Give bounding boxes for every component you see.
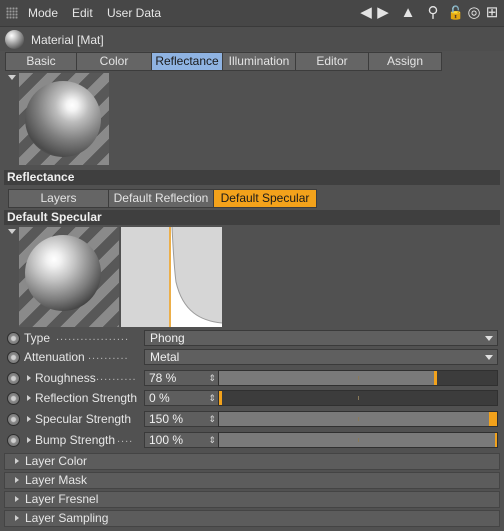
type-animate-radio[interactable] — [7, 332, 20, 345]
tab-basic[interactable]: Basic — [5, 52, 77, 71]
roughness-animate-radio[interactable] — [7, 372, 20, 385]
menu-user-data[interactable]: User Data — [107, 6, 161, 20]
cursor-icon[interactable]: ▲ — [398, 3, 418, 23]
reflection-strength-slider-handle[interactable] — [219, 391, 222, 405]
search-icon[interactable]: ⚲ — [423, 3, 443, 23]
group-label: Layer Sampling — [25, 511, 109, 525]
type-leader-dots: .................. — [56, 331, 130, 343]
attenuation-label: Attenuation — [24, 350, 85, 364]
specular-collapse-icon[interactable] — [8, 229, 16, 234]
reflection-strength-expand-icon[interactable] — [27, 395, 31, 401]
tab-default-reflection[interactable]: Default Reflection — [108, 189, 214, 208]
roughness-slider-handle[interactable] — [433, 371, 437, 385]
reflection-strength-slider-midmark — [358, 396, 359, 400]
roughness-value: 78 % — [149, 371, 177, 385]
tab-assign[interactable]: Assign — [368, 52, 442, 71]
chevron-down-icon — [485, 336, 493, 341]
specular-curve-graph — [121, 227, 222, 327]
bump-strength-leader-dots: .... — [117, 433, 134, 445]
specular-strength-label: Specular Strength — [35, 412, 132, 426]
stepper-icon[interactable]: ⇕ — [208, 433, 216, 447]
roughness-slider[interactable] — [218, 370, 498, 386]
expand-icon — [15, 477, 19, 483]
menu-bar: Mode Edit User Data ◀ ▶ ▲ ⚲ 🔓 ◎ ⊞ — [0, 0, 504, 27]
reflection-strength-slider[interactable] — [218, 390, 498, 406]
group-label: Layer Fresnel — [25, 492, 99, 506]
bump-strength-slider-midmark — [358, 438, 359, 442]
group-layer-sampling[interactable]: Layer Sampling — [4, 510, 500, 527]
reflection-strength-value: 0 % — [149, 391, 170, 405]
reflectance-header: Reflectance — [4, 170, 500, 185]
specular-strength-value: 150 % — [149, 412, 184, 426]
bump-strength-label: Bump Strength — [35, 433, 116, 447]
group-layer-mask[interactable]: Layer Mask — [4, 472, 500, 489]
group-layer-color[interactable]: Layer Color — [4, 453, 500, 470]
roughness-leader-dots: .......... — [96, 371, 137, 383]
roughness-input[interactable]: 78 % ⇕ — [144, 370, 220, 386]
expand-icon — [15, 515, 19, 521]
default-specular-header: Default Specular — [4, 210, 500, 225]
add-icon[interactable]: ⊞ — [482, 3, 502, 23]
reflection-strength-animate-radio[interactable] — [7, 392, 20, 405]
tab-layers[interactable]: Layers — [8, 189, 109, 208]
tab-color[interactable]: Color — [76, 52, 152, 71]
group-layer-fresnel[interactable]: Layer Fresnel — [4, 491, 500, 508]
attenuation-leader-dots: .......... — [88, 350, 129, 362]
material-icon — [5, 30, 24, 49]
tab-default-specular[interactable]: Default Specular — [213, 189, 317, 208]
target-icon[interactable]: ◎ — [464, 3, 484, 23]
main-tabs: Basic Color Reflectance Illumination Edi… — [5, 52, 442, 71]
stepper-icon[interactable]: ⇕ — [208, 391, 216, 405]
group-label: Layer Color — [25, 454, 88, 468]
specular-strength-expand-icon[interactable] — [27, 416, 31, 422]
material-title: Material [Mat] — [31, 33, 104, 47]
specular-curve-svg — [121, 227, 222, 327]
type-dropdown[interactable]: Phong — [144, 330, 498, 346]
bump-strength-slider[interactable] — [218, 432, 498, 448]
tab-editor[interactable]: Editor — [295, 52, 369, 71]
attenuation-dropdown[interactable]: Metal — [144, 349, 498, 365]
specular-strength-animate-radio[interactable] — [7, 413, 20, 426]
specular-strength-slider-handle[interactable] — [489, 412, 497, 426]
specular-strength-slider[interactable] — [218, 411, 498, 427]
material-header: Material [Mat] — [0, 27, 504, 51]
preview-collapse-icon[interactable] — [8, 75, 16, 80]
menu-mode[interactable]: Mode — [28, 6, 58, 20]
roughness-slider-fill — [219, 371, 436, 385]
bump-strength-expand-icon[interactable] — [27, 437, 31, 443]
bump-strength-input[interactable]: 100 % ⇕ — [144, 432, 220, 448]
layer-tabs: Layers Default Reflection Default Specul… — [8, 189, 317, 208]
chevron-down-icon — [485, 355, 493, 360]
expand-icon — [15, 496, 19, 502]
specular-sphere-preview — [25, 235, 101, 311]
arrow-right-icon[interactable]: ▶ — [373, 3, 393, 23]
specular-preview[interactable] — [19, 227, 119, 327]
group-label: Layer Mask — [25, 473, 88, 487]
type-label: Type — [24, 331, 51, 345]
lock-icon[interactable]: 🔓 — [446, 3, 466, 23]
bump-strength-value: 100 % — [149, 433, 184, 447]
attenuation-animate-radio[interactable] — [7, 351, 20, 364]
metal-sphere-preview — [25, 81, 101, 157]
bump-strength-animate-radio[interactable] — [7, 434, 20, 447]
menu-edit[interactable]: Edit — [72, 6, 93, 20]
roughness-expand-icon[interactable] — [27, 375, 31, 381]
tab-reflectance[interactable]: Reflectance — [151, 52, 223, 71]
roughness-label: Roughness — [35, 371, 96, 385]
stepper-icon[interactable]: ⇕ — [208, 371, 216, 385]
reflection-strength-label: Reflection Strength — [35, 391, 138, 405]
tab-illumination[interactable]: Illumination — [222, 52, 296, 71]
attenuation-value: Metal — [150, 350, 180, 364]
material-preview[interactable] — [19, 73, 109, 165]
expand-icon — [15, 458, 19, 464]
bump-strength-slider-handle[interactable] — [495, 433, 497, 447]
reflection-strength-input[interactable]: 0 % ⇕ — [144, 390, 220, 406]
specular-strength-input[interactable]: 150 % ⇕ — [144, 411, 220, 427]
grip-icon[interactable] — [6, 7, 18, 19]
type-value: Phong — [150, 331, 185, 345]
specular-strength-slider-midmark — [358, 417, 359, 421]
stepper-icon[interactable]: ⇕ — [208, 412, 216, 426]
roughness-slider-midmark — [358, 376, 359, 380]
